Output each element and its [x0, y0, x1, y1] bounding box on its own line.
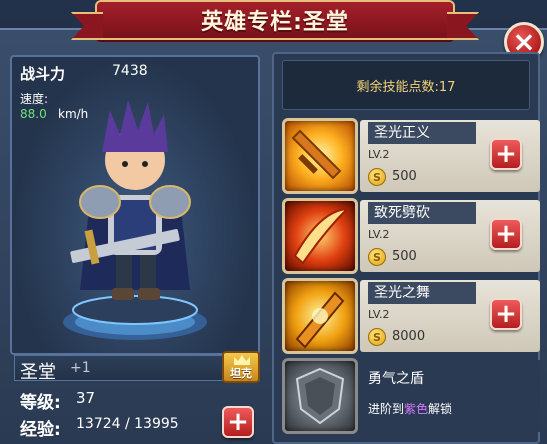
speed-label: 速度:: [20, 92, 49, 106]
coin-icon: S: [368, 168, 386, 186]
skill-card: 圣光之舞 LV.2 S 8000 +: [360, 280, 540, 352]
locked-skill-card: 勇气之盾 进阶到紫色解锁: [360, 360, 540, 432]
skill-card: 圣光正义 LV.2 S 500 +: [360, 120, 540, 192]
skill-card: 致死劈砍 LV.2 S 500 +: [360, 200, 540, 272]
class-label: 坦克: [230, 367, 252, 380]
unlock-color: 紫色: [404, 402, 429, 416]
exp-label: 经验:: [20, 420, 61, 440]
shield-icon[interactable]: [282, 358, 358, 434]
crown-icon: [234, 355, 250, 365]
class-badge: 坦克: [222, 351, 260, 383]
skill-name: 圣光之舞: [368, 282, 476, 304]
exp-value: 13724 / 13995: [76, 416, 179, 432]
hero-upgrade-level: +1: [70, 360, 91, 376]
holy-sword-icon[interactable]: [282, 118, 358, 194]
skill-level: LV.2: [368, 148, 390, 161]
skill-points-text: 剩余技能点数:17: [356, 79, 456, 95]
locked-skill-name: 勇气之盾: [368, 371, 424, 387]
skill-cost: 8000: [392, 329, 426, 344]
fatal-slash-icon[interactable]: [282, 198, 358, 274]
unlock-suffix: 解锁: [428, 402, 453, 416]
upgrade-skill-button[interactable]: +: [490, 298, 522, 330]
skill-name: 致死劈砍: [368, 202, 476, 224]
holy-dance-icon[interactable]: [282, 278, 358, 354]
skill-level: LV.2: [368, 308, 390, 321]
skill-level: LV.2: [368, 228, 390, 241]
skill-item: 圣光之舞 LV.2 S 8000 +: [282, 278, 540, 354]
coin-icon: S: [368, 248, 386, 266]
level-label: 等级:: [20, 393, 61, 413]
upgrade-skill-button[interactable]: +: [490, 138, 522, 170]
skill-item: 圣光正义 LV.2 S 500 +: [282, 118, 540, 194]
page-title: 英雄专栏:圣堂: [201, 10, 349, 35]
hero-name: 圣堂: [20, 362, 56, 383]
speed-value: 88.0: [20, 107, 47, 121]
unlock-prefix: 进阶到: [368, 402, 405, 416]
power-value: 7438: [112, 63, 148, 79]
title-banner: 英雄专栏:圣堂: [95, 0, 455, 40]
power-label: 战斗力: [20, 65, 66, 83]
locked-skill-item: 勇气之盾 进阶到紫色解锁: [282, 358, 540, 434]
hero-portrait: [63, 100, 207, 340]
skill-name: 圣光正义: [368, 122, 476, 144]
skill-points-box: 剩余技能点数:17: [282, 60, 530, 110]
skill-cost: 500: [392, 249, 417, 264]
unlock-hint: 进阶到紫色解锁: [368, 400, 452, 417]
level-value: 37: [76, 389, 96, 407]
coin-icon: S: [368, 328, 386, 346]
skill-item: 致死劈砍 LV.2 S 500 +: [282, 198, 540, 274]
add-exp-button[interactable]: +: [222, 406, 254, 438]
upgrade-skill-button[interactable]: +: [490, 218, 522, 250]
skill-cost: 500: [392, 169, 417, 184]
